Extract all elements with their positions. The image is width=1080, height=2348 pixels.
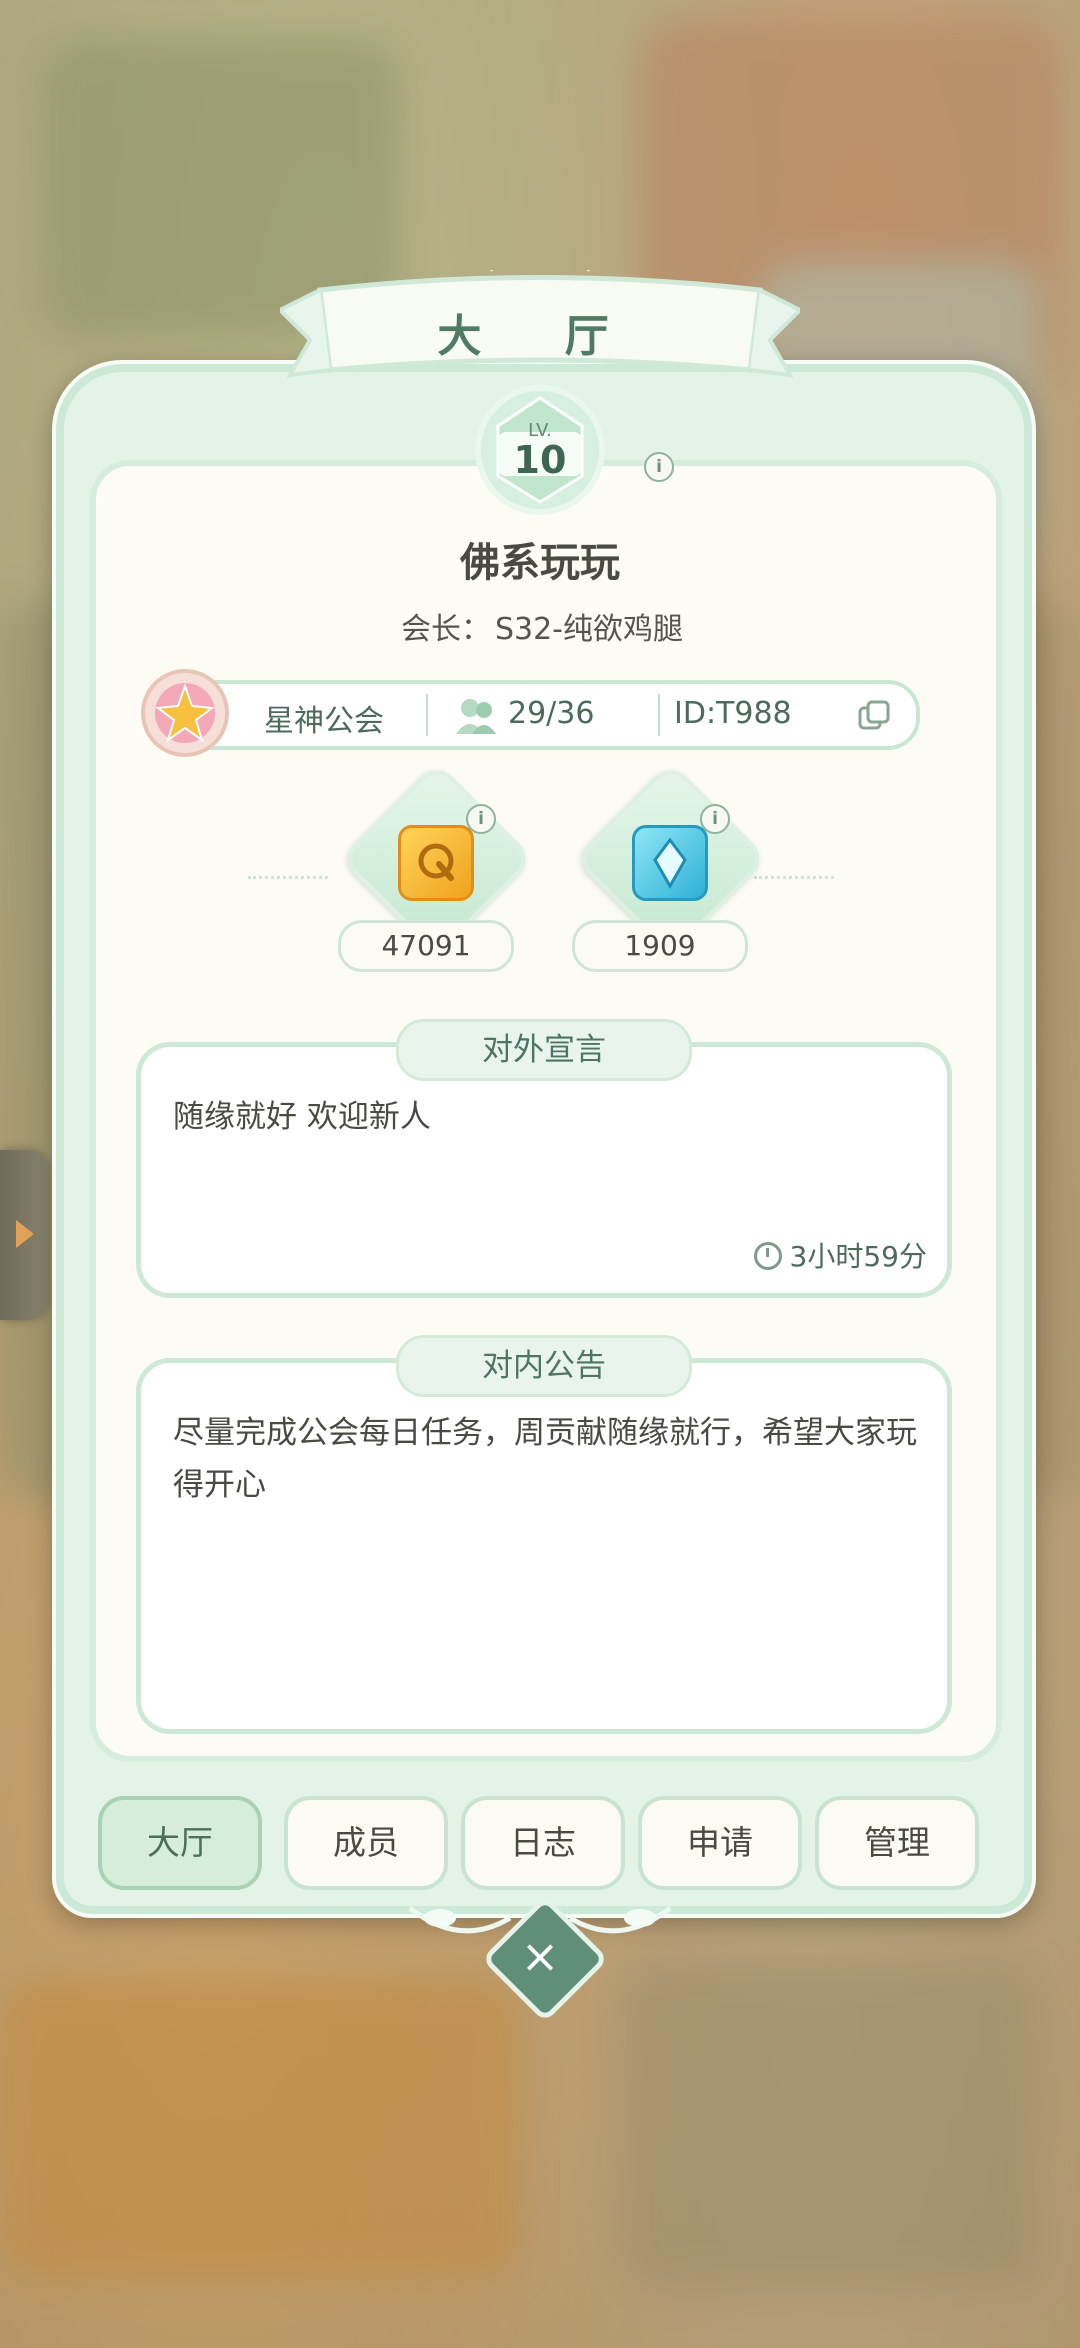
member-count: 29/36 (508, 696, 595, 731)
members-icon (456, 699, 496, 734)
announcement-title: 对内公告 (396, 1335, 692, 1397)
guild-info-bar: 星神公会 29/36 ID:T988 (160, 680, 920, 750)
level-badge: LV. 10 (470, 380, 610, 520)
guild-id: ID:T988 (674, 696, 792, 731)
level-info-icon[interactable]: i (644, 452, 674, 482)
crystal-info-icon[interactable]: i (700, 804, 730, 834)
resource-crystal: 1909 (572, 761, 769, 980)
leader-name: S32-纯欲鸡腿 (494, 612, 684, 647)
tab-hall[interactable]: 大厅 (98, 1796, 262, 1890)
arrow-right-icon (16, 1220, 34, 1248)
leader-label: 会长： (400, 612, 491, 647)
resource-value: 47091 (338, 920, 514, 972)
timer-value: 3小时59分 (789, 1240, 927, 1273)
announcement-text: 尽量完成公会每日任务，周贡献随缘就行，希望大家玩得开心 (173, 1415, 917, 1503)
divider (754, 876, 834, 883)
tab-applications[interactable]: 申请 (638, 1796, 802, 1890)
divider (248, 876, 328, 883)
guild-emblem (140, 668, 230, 758)
resource-value: 1909 (572, 920, 748, 972)
divider (426, 694, 428, 736)
crystal-icon (632, 825, 708, 901)
manifesto-title: 对外宣言 (396, 1019, 692, 1081)
title-banner: 大 厅 (276, 253, 804, 390)
guild-name: 佛系玩玩 (460, 540, 620, 586)
level-value: 10 (513, 438, 567, 482)
coin-info-icon[interactable]: i (466, 804, 496, 834)
coin-icon (398, 825, 474, 901)
guild-type: 星神公会 (264, 704, 384, 739)
divider (658, 694, 660, 736)
announcement-box[interactable]: 对内公告 尽量完成公会每日任务，周贡献随缘就行，希望大家玩得开心 (136, 1335, 952, 1734)
manifesto-box[interactable]: 对外宣言 随缘就好 欢迎新人 3小时59分 (136, 1019, 952, 1298)
clock-icon (753, 1242, 782, 1270)
manifesto-text: 随缘就好 欢迎新人 (173, 1099, 431, 1135)
star-emblem-icon (141, 669, 229, 757)
tab-log[interactable]: 日志 (461, 1796, 625, 1890)
manifesto-timer: 3小时59分 (753, 1235, 927, 1275)
close-icon[interactable]: × (506, 1922, 574, 1990)
tab-members[interactable]: 成员 (284, 1796, 448, 1890)
copy-icon[interactable] (858, 700, 892, 732)
side-expand-tab[interactable] (0, 1150, 48, 1320)
resource-coin: 47091 (338, 761, 535, 980)
page-title: 大 厅 (437, 311, 643, 362)
tab-manage[interactable]: 管理 (815, 1796, 979, 1890)
guild-leader: 会长： S32-纯欲鸡腿 (0, 604, 1080, 648)
